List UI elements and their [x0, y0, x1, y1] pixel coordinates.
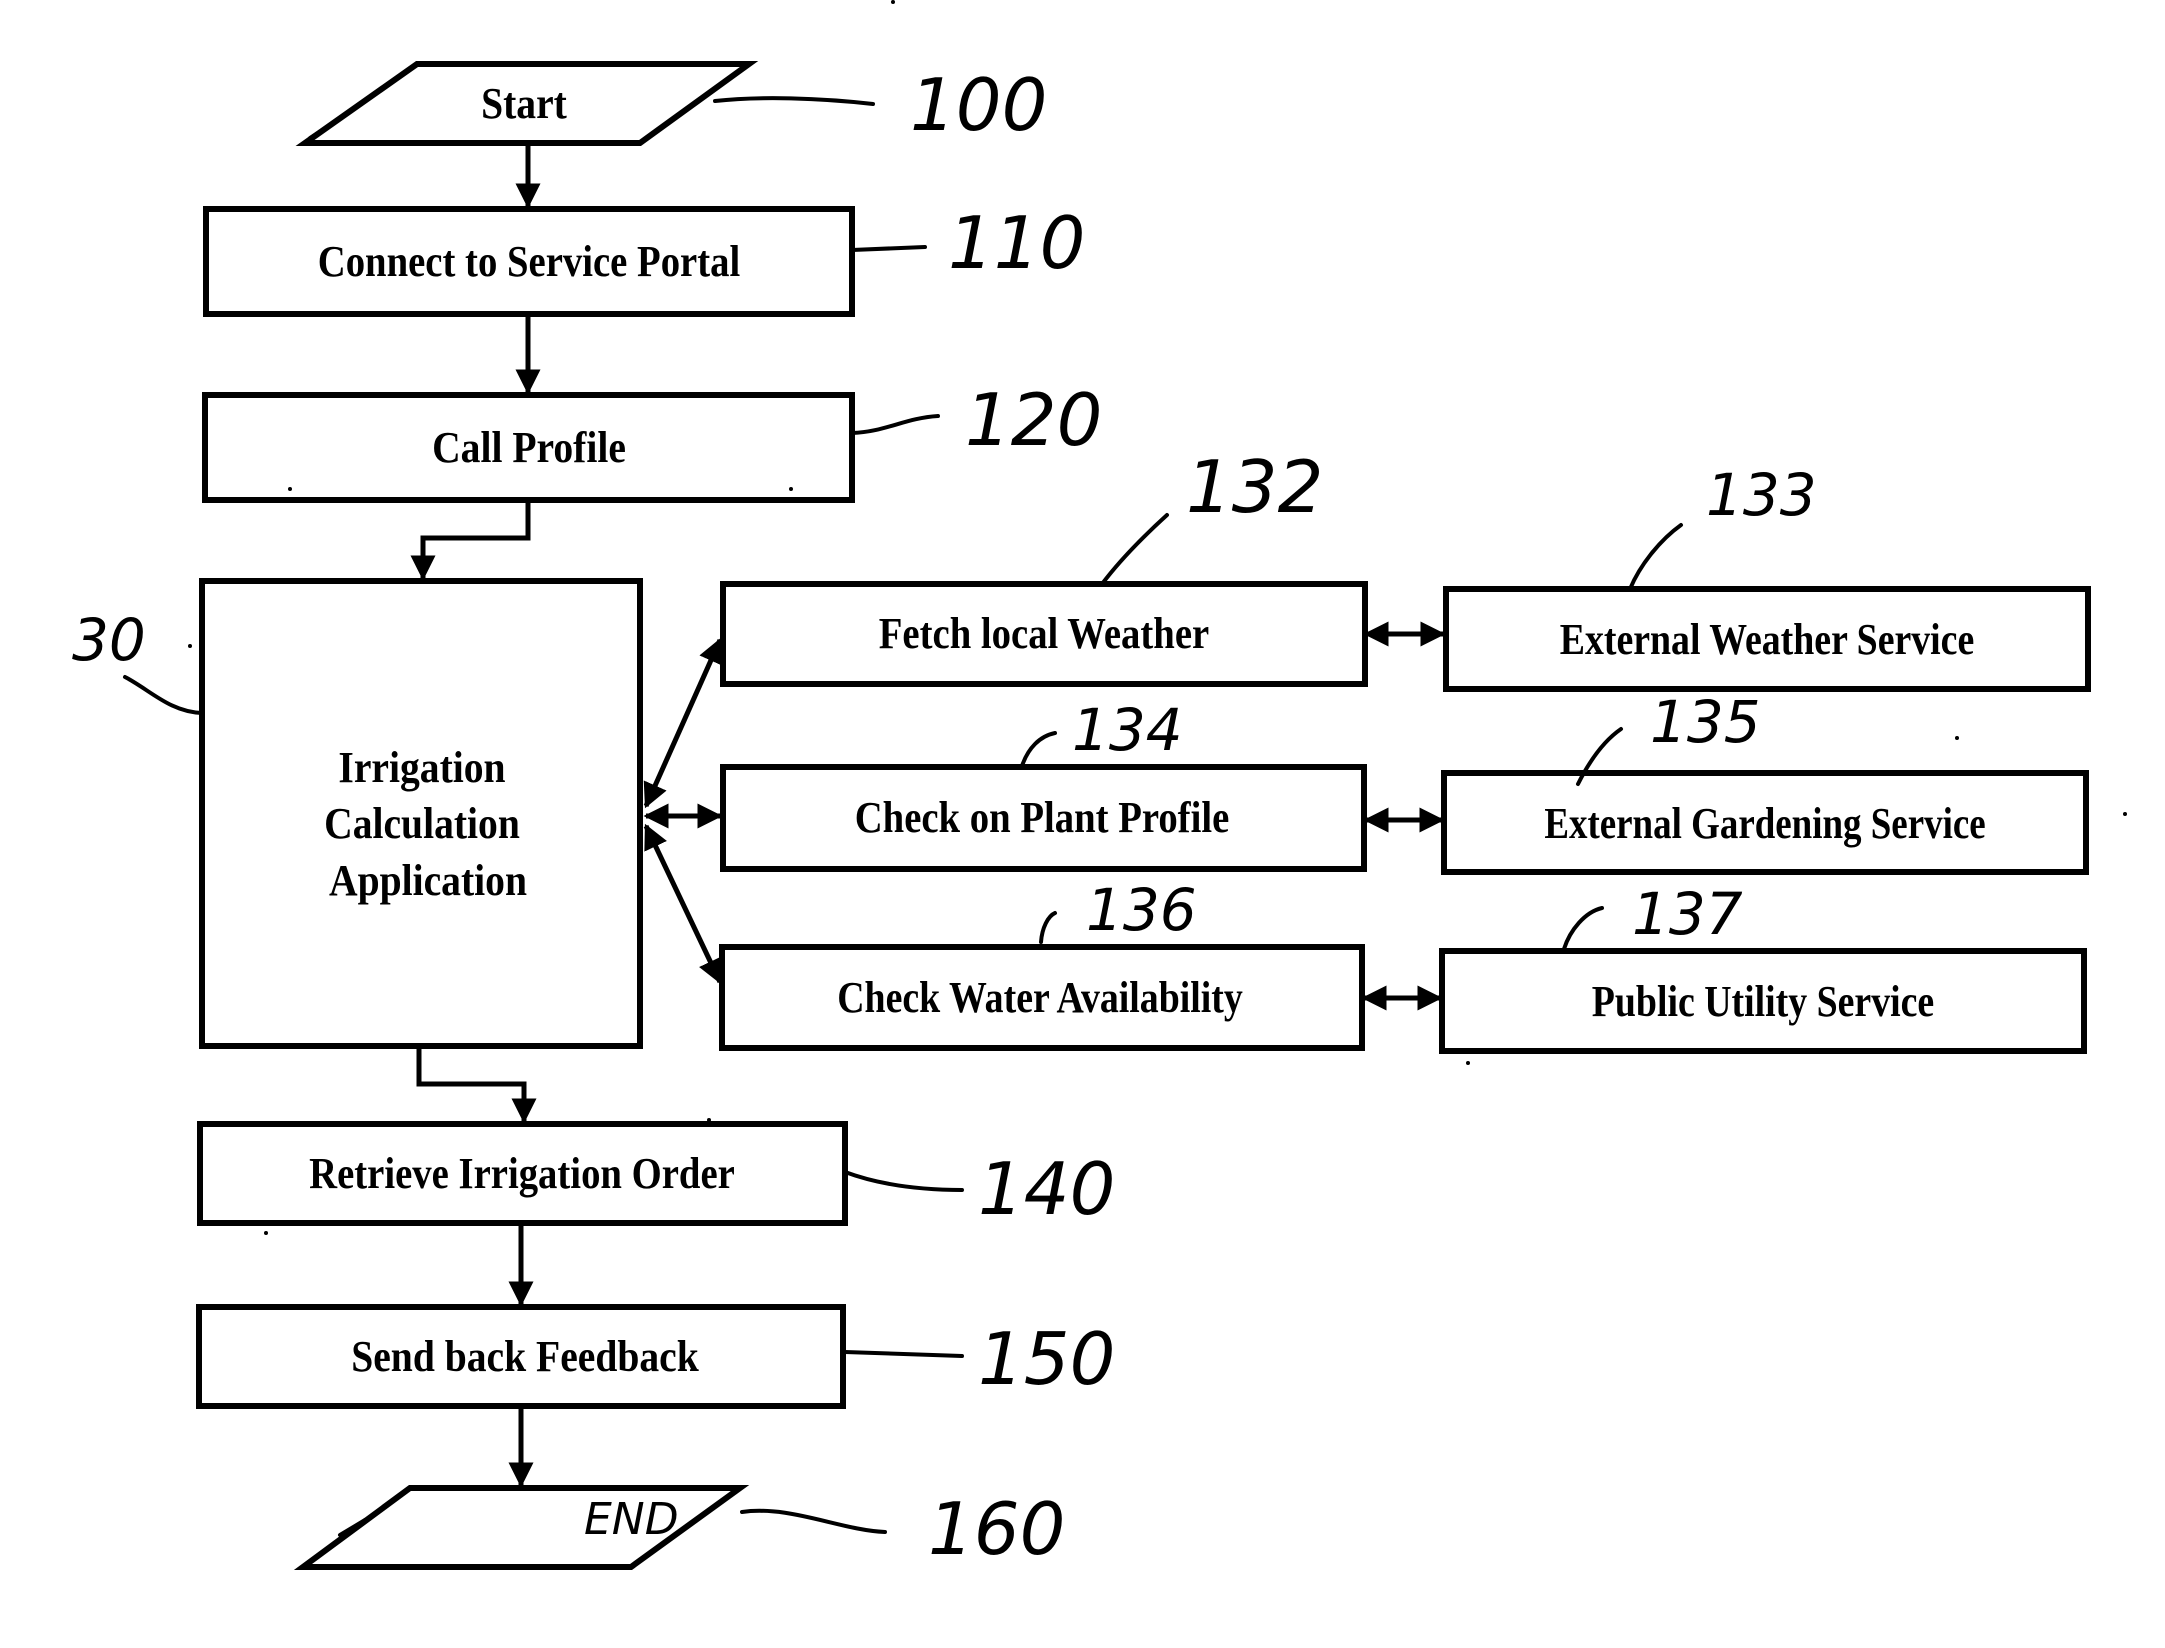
external-gardening-label: External Gardening Service	[1544, 799, 1985, 848]
ref-136-leader	[1039, 911, 1057, 944]
end-node: END	[293, 1485, 750, 1570]
fetch-weather-node: Fetch local Weather	[720, 581, 1368, 687]
ref-136-label: 136	[1086, 876, 1197, 944]
ref-140-leader	[843, 1170, 964, 1192]
connect-label: Connect to Service Portal	[318, 237, 740, 286]
ref-120-label: 120	[965, 378, 1102, 462]
send-feedback-node: Send back Feedback	[196, 1304, 846, 1409]
flowchart-canvas: Start 100 Connect to Service Portal 110 …	[72, 0, 2127, 1571]
connect-service-portal-node: Connect to Service Portal	[203, 206, 855, 317]
external-weather-node: External Weather Service	[1443, 586, 2091, 692]
ref-134-label: 134	[1072, 696, 1183, 764]
ref-150-leader	[843, 1350, 964, 1358]
plant-profile-node: Check on Plant Profile	[720, 764, 1367, 872]
ref-30-label: 30	[72, 606, 146, 674]
ref-100-leader	[713, 96, 875, 106]
ref-132-label: 132	[1186, 445, 1323, 529]
start-node: Start	[295, 61, 759, 146]
water-availability-label: Check Water Availability	[837, 972, 1243, 1021]
fetch-weather-label: Fetch local Weather	[879, 609, 1209, 658]
irrigation-app-node: Irrigation Calculation Application	[199, 578, 643, 1049]
ref-133-label: 133	[1706, 461, 1817, 529]
ref-150-label: 150	[978, 1317, 1115, 1401]
ref-110-label: 110	[948, 201, 1085, 285]
ref-140-label: 140	[978, 1147, 1115, 1231]
ref-110-leader	[850, 245, 927, 252]
retrieve-order-label: Retrieve Irrigation Order	[309, 1149, 735, 1198]
ref-137-label: 137	[1632, 880, 1743, 948]
ref-134-leader	[1020, 731, 1057, 768]
ref-100-label: 100	[910, 63, 1047, 147]
ref-120-leader	[850, 414, 940, 435]
arrow-app-fetch-weather	[643, 637, 723, 809]
start-label: Start	[481, 80, 567, 128]
ref-137-leader	[1562, 906, 1604, 951]
send-feedback-label: Send back Feedback	[351, 1333, 699, 1381]
end-label: END	[584, 1494, 679, 1545]
arrow-profile-to-irrigation-app	[410, 500, 531, 581]
call-profile-node: Call Profile	[202, 392, 855, 503]
irrigation-app-line-3: Application	[329, 857, 527, 905]
public-utility-label: Public Utility Service	[1592, 976, 1934, 1025]
call-profile-label: Call Profile	[432, 424, 626, 472]
irrigation-app-line-1: Irrigation	[338, 744, 505, 792]
external-weather-label: External Weather Service	[1560, 614, 1975, 663]
water-availability-node: Check Water Availability	[719, 944, 1365, 1051]
retrieve-order-node: Retrieve Irrigation Order	[197, 1121, 848, 1226]
ref-160-label: 160	[928, 1487, 1065, 1571]
plant-profile-label: Check on Plant Profile	[855, 793, 1230, 842]
ref-160-leader	[740, 1508, 887, 1534]
ref-30-leader	[123, 675, 204, 715]
public-utility-node: Public Utility Service	[1439, 948, 2087, 1054]
arrow-app-water-availability	[643, 823, 723, 985]
ref-135-label: 135	[1650, 688, 1761, 756]
irrigation-app-line-2: Calculation	[324, 800, 520, 848]
external-gardening-node: External Gardening Service	[1441, 770, 2089, 875]
arrow-irrigation-app-to-order	[416, 1046, 537, 1124]
ref-132-leader	[1100, 513, 1169, 586]
ref-133-leader	[1628, 523, 1683, 591]
